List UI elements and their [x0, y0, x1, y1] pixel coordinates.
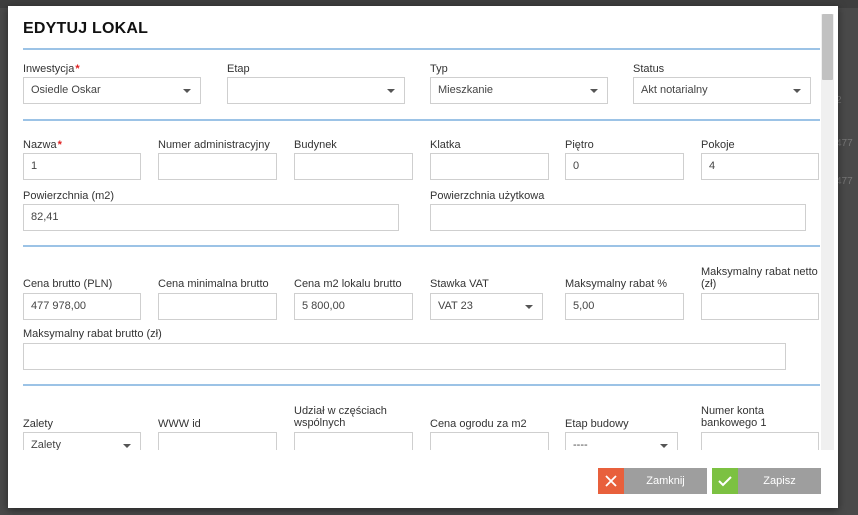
save-button-label: Zapisz [738, 468, 821, 494]
field-label-powierzchnia-uzytkowa: Powierzchnia użytkowa [430, 190, 545, 202]
field-label-stawka-vat: Stawka VAT [430, 278, 489, 290]
field-label-maksymalny-rabat-brutto: Maksymalny rabat brutto (zł) [23, 328, 162, 340]
form-scroll-area[interactable]: Inwestycja* Osiedle Oskar Etap Typ Miesz… [8, 46, 820, 450]
typ-select[interactable]: Mieszkanie [430, 77, 608, 104]
chevron-down-icon [525, 305, 533, 309]
field-label-inwestycja: Inwestycja* [23, 63, 80, 75]
chevron-down-icon [660, 444, 668, 448]
required-asterisk-icon: * [57, 139, 62, 151]
field-label-maksymalny-rabat-netto: Maksymalny rabat netto (zł) [701, 266, 818, 290]
field-label-status: Status [633, 63, 665, 75]
field-label-etap-budowy: Etap budowy [565, 418, 629, 430]
field-label-numer-administracyjny: Numer administracyjny [158, 139, 270, 151]
maksymalny-rabat-pct-input[interactable]: 5,00 [565, 293, 684, 320]
field-label-budynek: Budynek [294, 139, 337, 151]
field-label-cena-brutto: Cena brutto (PLN) [23, 278, 113, 290]
nazwa-input[interactable]: 1 [23, 153, 141, 180]
pietro-input[interactable]: 0 [565, 153, 684, 180]
stawka-vat-select[interactable]: VAT 23 [430, 293, 543, 320]
field-label-typ: Typ [430, 63, 448, 75]
www-id-input[interactable] [158, 432, 277, 450]
maksymalny-rabat-brutto-input[interactable] [23, 343, 786, 370]
edit-unit-dialog: EDYTUJ LOKAL Inwestycja* Osiedle Oskar E… [8, 6, 838, 508]
field-label-cena-minimalna: Cena minimalna brutto [158, 278, 269, 290]
field-label-etap: Etap [227, 63, 250, 75]
etap-budowy-select[interactable]: ---- [565, 432, 678, 450]
chevron-down-icon [590, 89, 598, 93]
budynek-input[interactable] [294, 153, 413, 180]
background-cell: 477 [836, 176, 853, 187]
section-separator [23, 119, 820, 121]
field-label-www-id: WWW id [158, 418, 201, 430]
numer-administracyjny-input[interactable] [158, 153, 277, 180]
inwestycja-select[interactable]: Osiedle Oskar [23, 77, 201, 104]
field-label-powierzchnia: Powierzchnia (m2) [23, 190, 115, 202]
powierzchnia-input[interactable]: 82,41 [23, 204, 399, 231]
klatka-input[interactable] [430, 153, 549, 180]
scrollbar-thumb[interactable] [822, 14, 833, 80]
close-button-label: Zamknij [624, 468, 707, 494]
save-button[interactable]: Zapisz [712, 468, 821, 494]
field-label-cena-ogrodu: Cena ogrodu za m2 [430, 418, 527, 430]
chevron-down-icon [183, 89, 191, 93]
maksymalny-rabat-netto-input[interactable] [701, 293, 819, 320]
cena-ogrodu-input[interactable] [430, 432, 549, 450]
dialog-title: EDYTUJ LOKAL [23, 20, 149, 37]
field-label-udzial: Udział w częściach wspólnych [294, 405, 387, 429]
etap-select[interactable] [227, 77, 405, 104]
section-separator [23, 384, 820, 386]
background-cell: 2 [836, 95, 842, 106]
close-button[interactable]: Zamknij [598, 468, 707, 494]
chevron-down-icon [793, 89, 801, 93]
required-asterisk-icon: * [75, 63, 80, 75]
chevron-down-icon [123, 444, 131, 448]
close-icon [598, 468, 624, 494]
field-label-nazwa: Nazwa* [23, 139, 62, 151]
status-select[interactable]: Akt notarialny [633, 77, 811, 104]
cena-minimalna-input[interactable] [158, 293, 277, 320]
section-separator [23, 48, 820, 50]
field-label-cena-m2: Cena m2 lokalu brutto [294, 278, 402, 290]
chevron-down-icon [387, 89, 395, 93]
field-label-maksymalny-rabat-pct: Maksymalny rabat % [565, 278, 668, 290]
cena-m2-input[interactable]: 5 800,00 [294, 293, 413, 320]
udzial-input[interactable] [294, 432, 413, 450]
numer-konta-input[interactable] [701, 432, 819, 450]
field-label-klatka: Klatka [430, 139, 461, 151]
check-icon [712, 468, 738, 494]
field-label-pietro: Piętro [565, 139, 594, 151]
dialog-footer: Zamknij Zapisz [8, 450, 838, 508]
zalety-select[interactable]: Zalety [23, 432, 141, 450]
vertical-scrollbar[interactable] [821, 14, 834, 452]
section-separator [23, 245, 820, 247]
field-label-numer-konta: Numer konta bankowego 1 [701, 405, 767, 429]
pokoje-input[interactable]: 4 [701, 153, 819, 180]
powierzchnia-uzytkowa-input[interactable] [430, 204, 806, 231]
cena-brutto-input[interactable]: 477 978,00 [23, 293, 141, 320]
field-label-pokoje: Pokoje [701, 139, 735, 151]
field-label-zalety: Zalety [23, 418, 53, 430]
background-cell: 477 [836, 138, 853, 149]
